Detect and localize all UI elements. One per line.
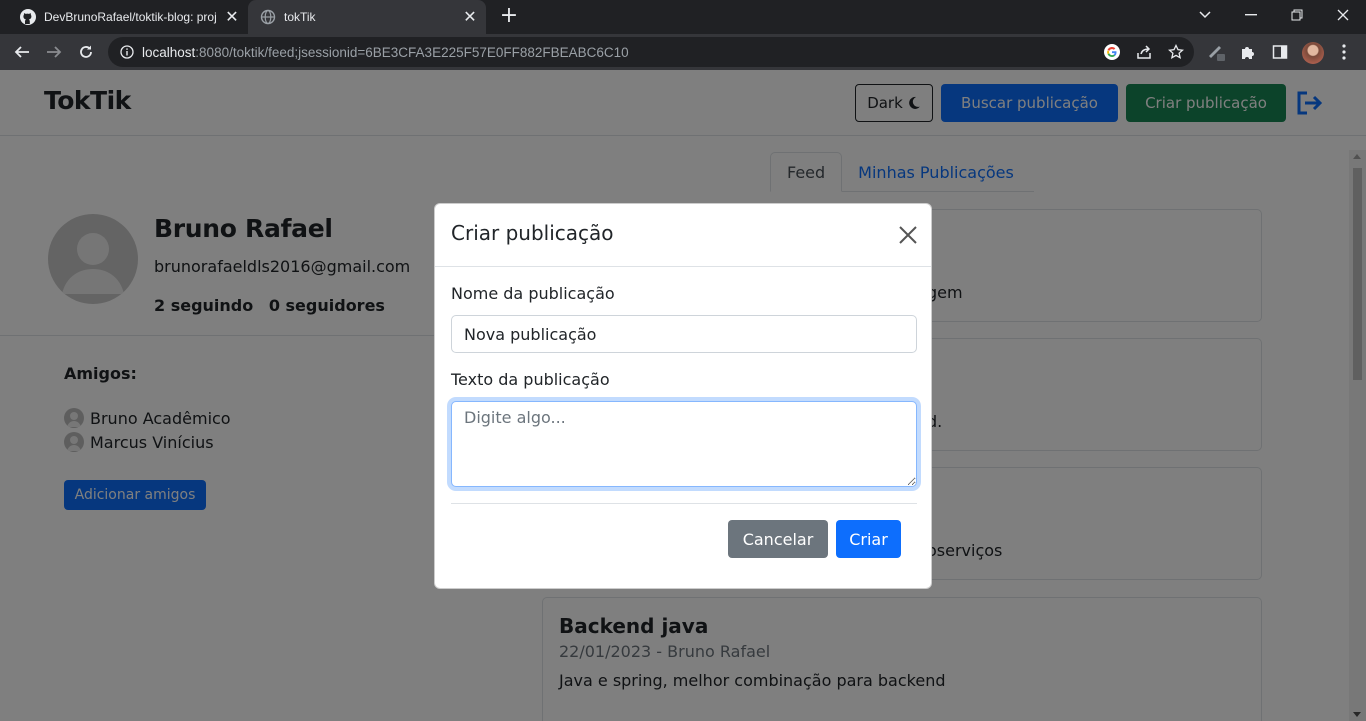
modal-header: Criar publicação — [435, 204, 931, 267]
browser-tab-github[interactable]: DevBrunoRafael/toktik-blog: proj ✕ — [8, 0, 248, 34]
create-publication-modal: Criar publicação Nome da publicação Nova… — [434, 203, 932, 589]
forward-arrow-icon[interactable] — [42, 40, 66, 64]
browser-toolbar: localhost:8080/toktik/feed;jsessionid=6B… — [0, 34, 1366, 70]
tab-title: tokTik — [284, 10, 316, 24]
window-close-icon[interactable] — [1320, 0, 1366, 30]
globe-icon — [260, 9, 276, 25]
side-panel-icon[interactable] — [1270, 42, 1290, 62]
extensions-puzzle-icon[interactable] — [1238, 42, 1258, 62]
browser-tab-strip: DevBrunoRafael/toktik-blog: proj ✕ tokTi… — [0, 0, 1366, 34]
cancel-button[interactable]: Cancelar — [728, 520, 828, 558]
modal-footer-divider — [451, 503, 917, 504]
reload-icon[interactable] — [74, 40, 98, 64]
new-tab-button[interactable]: + — [498, 5, 520, 27]
back-arrow-icon[interactable] — [10, 40, 34, 64]
url-text: localhost:8080/toktik/feed;jsessionid=6B… — [142, 45, 629, 60]
publication-name-input[interactable]: Nova publicação — [451, 315, 917, 353]
url-path: :8080/toktik/feed;jsessionid=6BE3CFA3E22… — [195, 44, 629, 60]
tab-title: DevBrunoRafael/toktik-blog: proj — [44, 10, 217, 24]
google-icon[interactable] — [1102, 42, 1122, 62]
publication-name-label: Nome da publicação — [451, 284, 615, 303]
create-button[interactable]: Criar — [836, 520, 901, 558]
url-host: localhost — [142, 44, 196, 60]
info-icon[interactable] — [120, 45, 134, 59]
restore-icon[interactable] — [1274, 0, 1320, 30]
tab-search-chevron-icon[interactable] — [1182, 0, 1228, 30]
minimize-icon[interactable] — [1228, 0, 1274, 30]
publication-text-label: Texto da publicação — [451, 370, 610, 389]
close-icon[interactable] — [897, 224, 919, 246]
modal-title: Criar publicação — [451, 221, 614, 245]
publication-name-value: Nova publicação — [464, 324, 597, 344]
bookmark-star-icon[interactable] — [1166, 42, 1186, 62]
browser-profile-avatar[interactable] — [1302, 42, 1324, 64]
github-icon — [20, 9, 36, 25]
browser-tab-toktik[interactable]: tokTik ✕ — [248, 0, 486, 34]
close-icon[interactable]: ✕ — [222, 7, 242, 27]
address-bar[interactable]: localhost:8080/toktik/feed;jsessionid=6B… — [108, 37, 1194, 67]
extension-pen-icon[interactable] — [1206, 42, 1226, 62]
kebab-menu-icon[interactable] — [1334, 42, 1354, 62]
share-icon[interactable] — [1134, 42, 1154, 62]
close-icon[interactable]: ✕ — [460, 7, 480, 27]
page-viewport: TokTik Dark Buscar publicação Criar publ… — [0, 70, 1366, 721]
publication-text-input[interactable] — [451, 401, 917, 487]
